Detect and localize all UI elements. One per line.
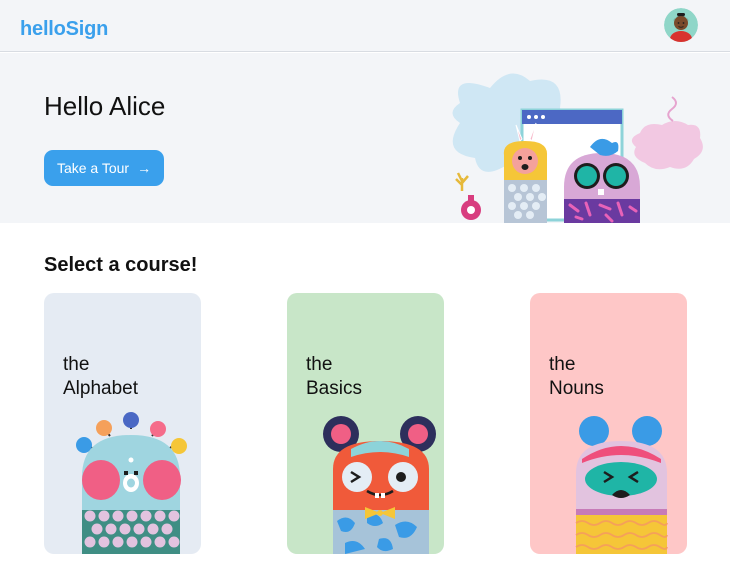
- take-a-tour-button[interactable]: Take a Tour →: [44, 150, 164, 186]
- tour-button-label: Take a Tour: [56, 160, 130, 176]
- course-card-basics[interactable]: the Basics: [287, 293, 444, 554]
- course-title-line2: Nouns: [549, 378, 604, 399]
- app-logo[interactable]: helloSign: [20, 18, 108, 41]
- course-title-line1: the: [549, 354, 576, 375]
- avatar-icon: [664, 8, 698, 42]
- user-avatar[interactable]: [664, 8, 698, 42]
- greeting-heading: Hello Alice: [44, 91, 166, 121]
- top-bar: helloSign: [0, 0, 730, 52]
- nouns-monster-illustration: [575, 416, 668, 554]
- course-title-line1: the: [63, 354, 90, 375]
- course-card-alphabet[interactable]: the Alphabet: [44, 293, 201, 554]
- alphabet-monster-illustration: [76, 412, 187, 554]
- arrow-right-icon: →: [137, 160, 152, 176]
- basics-monster-illustration: [323, 416, 436, 554]
- course-title-basics: the Basics: [306, 353, 362, 401]
- course-card-nouns[interactable]: the Nouns: [530, 293, 687, 554]
- hero-banner: Hello Alice Take a Tour →: [0, 53, 730, 223]
- course-title-nouns: the Nouns: [549, 353, 604, 401]
- course-title-line1: the: [306, 354, 333, 375]
- select-course-heading: Select a course!: [44, 254, 198, 276]
- hero-illustration: [452, 73, 703, 223]
- course-title-line2: Alphabet: [63, 378, 139, 399]
- course-title-line2: Basics: [306, 378, 362, 399]
- course-title-alphabet: the Alphabet: [63, 353, 138, 401]
